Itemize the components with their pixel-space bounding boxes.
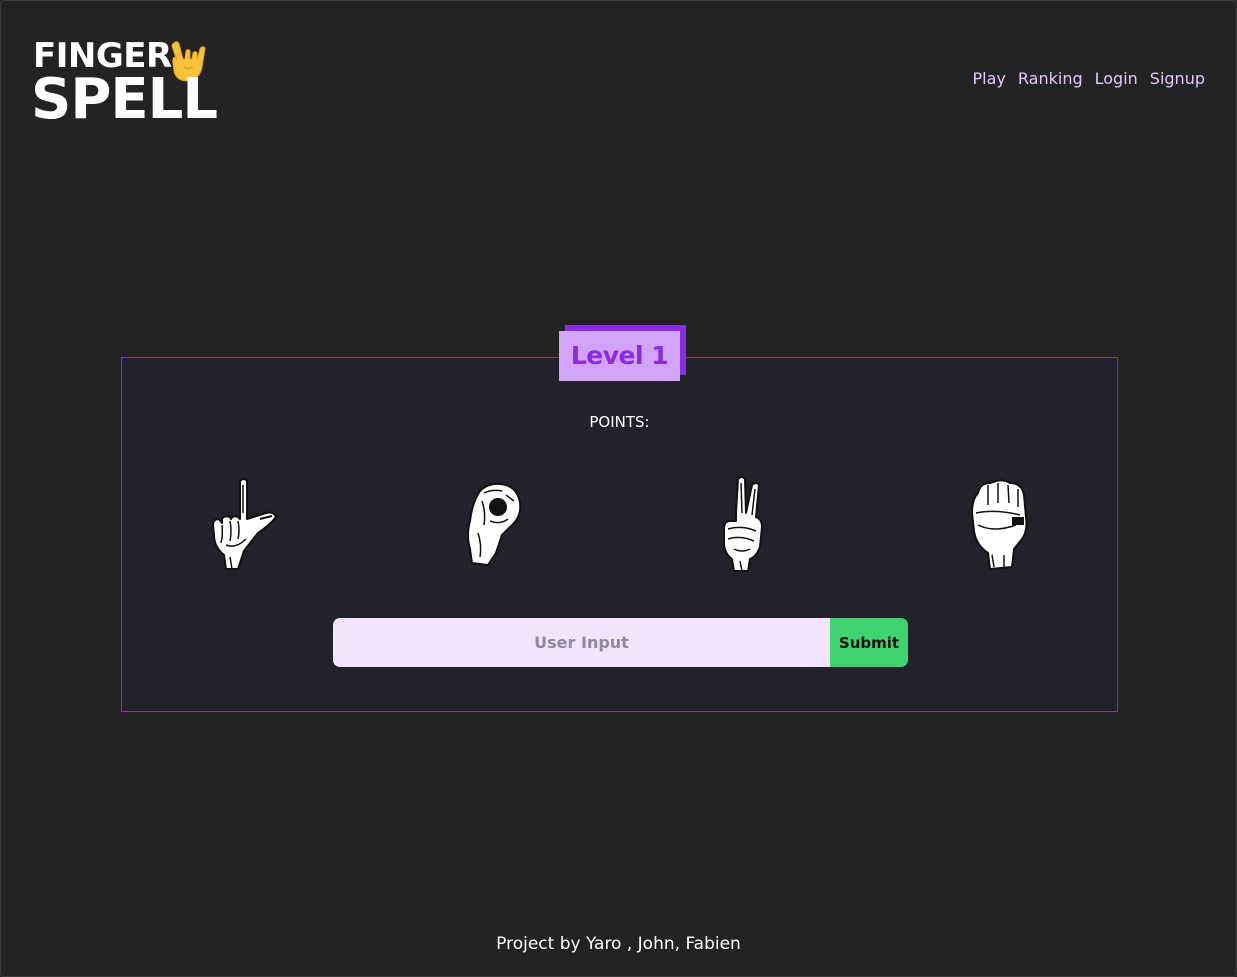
sign-hand-o-icon — [467, 482, 522, 566]
points-label: POINTS: — [589, 413, 650, 431]
logo[interactable]: FINGER SPELL — [31, 37, 223, 132]
nav-link-signup[interactable]: Signup — [1150, 69, 1205, 88]
game-panel: Level 1 POINTS: User Input Submit — [121, 325, 1118, 712]
page: FINGER SPELL Play Ranking Login Signup L… — [0, 0, 1237, 977]
logo-text-spell: SPELL — [31, 67, 218, 132]
nav-link-login[interactable]: Login — [1095, 69, 1138, 88]
sign-hand-e-icon — [971, 479, 1028, 570]
user-input-field[interactable] — [333, 618, 830, 667]
footer-credit: Project by Yaro , John, Fabien — [496, 934, 741, 954]
nav-link-play[interactable]: Play — [973, 69, 1006, 88]
main-nav: Play Ranking Login Signup — [973, 69, 1205, 88]
sign-hand-l-icon — [212, 478, 277, 570]
nav-link-ranking[interactable]: Ranking — [1018, 69, 1083, 88]
level-badge: Level 1 — [559, 325, 686, 381]
submit-button[interactable]: Submit — [830, 618, 908, 667]
answer-form: Submit — [333, 618, 908, 667]
level-label: Level 1 — [559, 331, 680, 381]
sign-hand-v-icon — [723, 476, 763, 572]
